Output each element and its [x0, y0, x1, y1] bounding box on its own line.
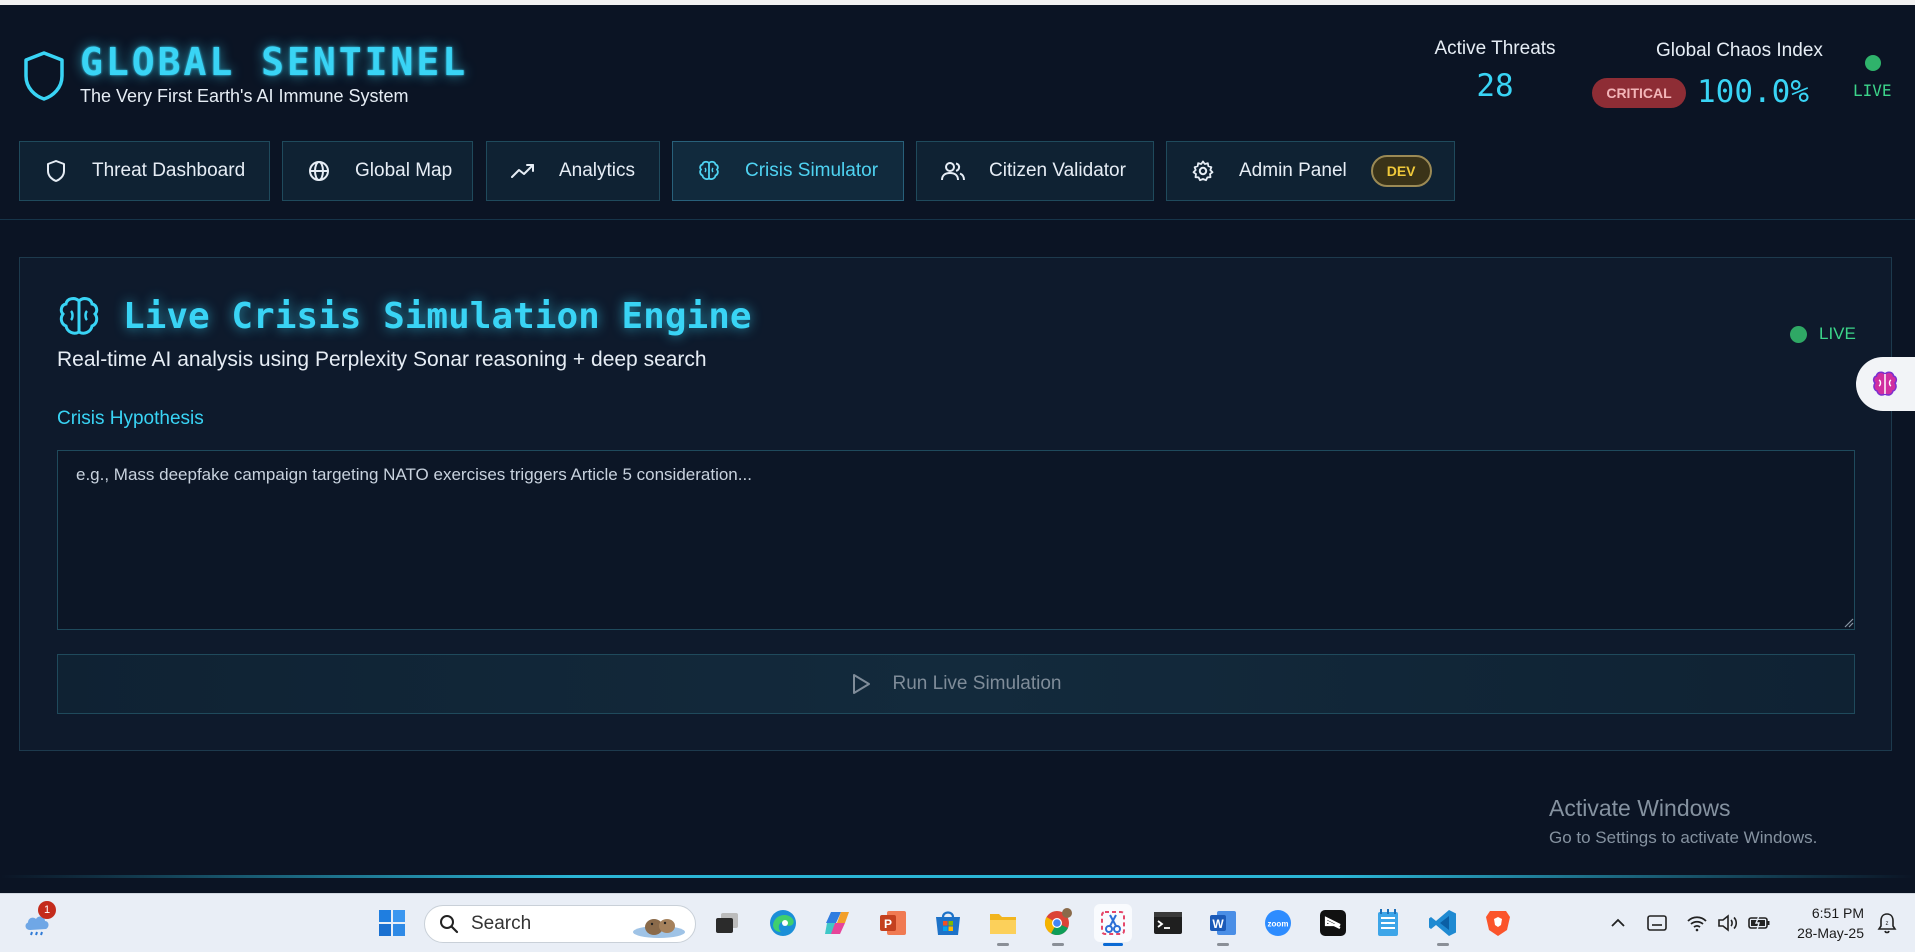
watermark-title: Activate Windows: [1549, 795, 1731, 821]
crisis-hypothesis-input[interactable]: [57, 450, 1855, 630]
app-header: GLOBAL SENTINEL The Very First Earth's A…: [0, 10, 1915, 220]
task-view-icon[interactable]: [708, 904, 746, 942]
tab-admin-panel[interactable]: Admin Panel DEV: [1166, 141, 1455, 201]
running-indicator: [1052, 943, 1064, 946]
windows-taskbar: 1 Search P W zoom 6:51 PM 28-May-25 z: [0, 893, 1915, 952]
globe-icon: [307, 159, 331, 183]
chrome-icon[interactable]: [1039, 904, 1077, 946]
panel-live-indicator: LIVE: [1790, 324, 1856, 344]
play-icon: [852, 674, 870, 694]
live-status-dot: [1790, 325, 1807, 343]
crisis-hypothesis-label: Crisis Hypothesis: [57, 408, 204, 429]
chaos-index-label: Global Chaos Index: [1656, 40, 1823, 61]
active-threats-label: Active Threats: [1434, 38, 1556, 59]
dev-badge: DEV: [1370, 155, 1432, 187]
brand-title: GLOBAL SENTINEL: [80, 40, 469, 84]
powerpoint-icon[interactable]: P: [874, 904, 912, 942]
system-clock[interactable]: 6:51 PM 28-May-25: [1784, 903, 1864, 943]
search-highlight-otter-icon: [633, 919, 685, 938]
running-indicator: [1217, 943, 1229, 946]
watermark-subtitle: Go to Settings to activate Windows.: [1549, 828, 1818, 847]
activate-windows-watermark: Activate Windows Go to Settings to activ…: [1549, 795, 1817, 848]
active-threats-stat: Active Threats 28: [1420, 38, 1570, 104]
notification-count-badge: 1: [38, 901, 56, 919]
tab-threat-dashboard[interactable]: Threat Dashboard: [19, 141, 270, 201]
trending-up-icon: [511, 159, 535, 183]
shield-icon: [44, 159, 68, 183]
tab-label: Admin Panel: [1239, 160, 1347, 181]
resize-handle-icon[interactable]: [1842, 616, 1854, 628]
start-icon[interactable]: [373, 904, 411, 942]
file-explorer-icon[interactable]: [984, 904, 1022, 946]
run-simulation-button[interactable]: Run Live Simulation: [57, 654, 1855, 714]
tab-label: Citizen Validator: [989, 160, 1126, 181]
active-app-indicator: [1103, 943, 1123, 946]
capcut-icon[interactable]: [1314, 904, 1352, 942]
tab-label: Global Map: [355, 160, 453, 181]
terminal-icon[interactable]: [1149, 904, 1187, 942]
crisis-simulation-panel: Live Crisis Simulation Engine Real-time …: [19, 257, 1892, 751]
critical-badge: CRITICAL: [1592, 78, 1686, 108]
clock-date: 28-May-25: [1797, 925, 1864, 941]
snipping-tool-icon[interactable]: [1094, 904, 1132, 946]
edge-icon[interactable]: [764, 904, 802, 942]
tab-crisis-simulator[interactable]: Crisis Simulator: [672, 141, 904, 201]
brain-icon: [697, 159, 721, 183]
app-window: GLOBAL SENTINEL The Very First Earth's A…: [0, 0, 1915, 893]
brain-icon: [59, 297, 99, 335]
active-threats-value: 28: [1476, 68, 1514, 104]
running-indicator: [997, 943, 1009, 946]
panel-subtitle: Real-time AI analysis using Perplexity S…: [57, 348, 707, 371]
tab-analytics[interactable]: Analytics: [486, 141, 660, 201]
users-icon: [941, 159, 965, 183]
live-status-dot: [1865, 55, 1881, 71]
tab-label: Crisis Simulator: [745, 160, 879, 181]
tab-global-map[interactable]: Global Map: [282, 141, 473, 201]
brave-icon[interactable]: [1479, 904, 1517, 942]
battery-icon[interactable]: [1740, 904, 1778, 942]
panel-title: Live Crisis Simulation Engine: [123, 296, 752, 337]
svg-text:W: W: [1212, 917, 1224, 931]
word-icon[interactable]: W: [1204, 904, 1242, 946]
svg-text:P: P: [884, 917, 892, 931]
live-status-label: LIVE: [1853, 81, 1892, 100]
svg-text:zoom: zoom: [1268, 920, 1289, 929]
svg-text:z: z: [1886, 921, 1889, 927]
notification-bell-icon[interactable]: z: [1868, 904, 1906, 942]
shield-logo-icon: [24, 51, 64, 101]
touch-keyboard-icon[interactable]: [1638, 904, 1676, 942]
tab-label: Threat Dashboard: [92, 160, 246, 181]
tab-label: Analytics: [559, 160, 636, 181]
brain-assistant-icon: [1872, 371, 1898, 396]
zoom-icon[interactable]: zoom: [1259, 904, 1297, 942]
vscode-icon[interactable]: [1424, 904, 1462, 946]
running-indicator: [1437, 943, 1449, 946]
search-placeholder: Search: [471, 913, 532, 934]
brand-subtitle: The Very First Earth's AI Immune System: [80, 86, 409, 106]
tab-citizen-validator[interactable]: Citizen Validator: [916, 141, 1154, 201]
chevron-up-icon[interactable]: [1599, 904, 1637, 942]
chaos-index-value: 100.0%: [1697, 74, 1809, 110]
run-simulation-label: Run Live Simulation: [892, 673, 1062, 694]
taskbar-search-box[interactable]: Search: [424, 905, 696, 943]
widgets-weather-icon[interactable]: 1: [18, 901, 56, 942]
notepad-icon[interactable]: [1369, 904, 1407, 942]
floating-assistant-button[interactable]: [1856, 357, 1915, 411]
store-icon[interactable]: [929, 904, 967, 942]
search-icon: [440, 915, 459, 934]
live-status-label: LIVE: [1819, 324, 1856, 343]
clock-time: 6:51 PM: [1811, 905, 1864, 921]
copilot-icon[interactable]: [819, 904, 857, 942]
footer-glow-divider: [0, 875, 1915, 878]
gear-icon: [1191, 159, 1215, 183]
